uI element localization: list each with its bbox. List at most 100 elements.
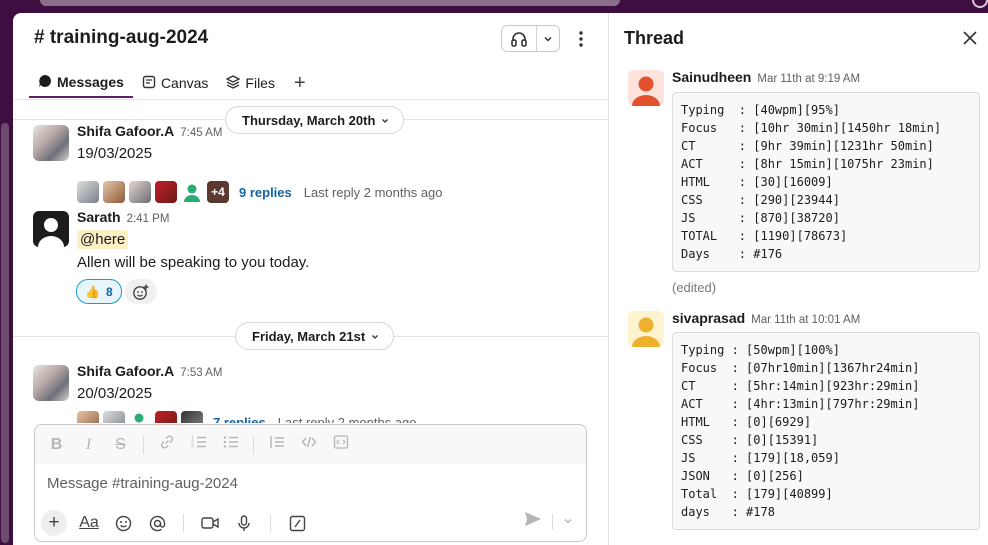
tab-canvas[interactable]: Canvas — [133, 68, 217, 98]
bullet-list-icon[interactable] — [221, 434, 240, 455]
reply-avatar — [155, 181, 177, 203]
channel-pane: # training-aug-2024 Messages Canvas File… — [13, 13, 608, 545]
reaction-thumbsup[interactable]: 👍 8 — [76, 279, 122, 304]
tab-label: Files — [245, 75, 275, 91]
author-name[interactable]: Sarath — [77, 209, 121, 225]
avatar[interactable] — [33, 211, 69, 247]
message-author[interactable]: sivaprasad Mar 11th at 10:01 AM — [672, 310, 860, 326]
tab-messages[interactable]: Messages — [29, 68, 133, 98]
author-name[interactable]: sivaprasad — [672, 310, 745, 326]
message-author[interactable]: Shifa Gafoor.A 7:53 AM — [77, 363, 222, 379]
thread-reply[interactable]: Sainudheen Mar 11th at 9:19 AM Typing : [… — [609, 68, 988, 308]
message-time[interactable]: Mar 11th at 9:19 AM — [757, 73, 860, 85]
reply-avatar — [103, 411, 125, 423]
thread-reply[interactable]: sivaprasad Mar 11th at 10:01 AM Typing : … — [609, 309, 988, 545]
shortcuts-icon[interactable] — [285, 511, 309, 535]
huddle-button[interactable] — [501, 25, 560, 52]
thread-replies[interactable]: 7 replies Last reply 2 months ago — [77, 411, 417, 423]
tab-files[interactable]: Files — [217, 68, 284, 98]
blockquote-icon[interactable] — [267, 434, 286, 455]
avatar[interactable] — [628, 70, 664, 106]
code-icon[interactable] — [299, 434, 318, 455]
date-pill[interactable]: Friday, March 21st — [235, 322, 395, 350]
message-time[interactable]: Mar 11th at 10:01 AM — [751, 314, 860, 326]
message-time[interactable]: 2:41 PM — [127, 213, 170, 225]
toolbar-divider — [270, 514, 271, 532]
message-input[interactable]: Message #training-aug-2024 — [47, 475, 238, 492]
video-icon[interactable] — [198, 511, 222, 535]
thread-replies[interactable]: +4 9 replies Last reply 2 months ago — [77, 181, 443, 203]
message-author[interactable]: Sarath 2:41 PM — [77, 209, 169, 225]
workspace-topbar — [0, 0, 988, 13]
search-bar[interactable] — [40, 0, 620, 6]
date-label: Friday, March 21st — [252, 328, 366, 344]
message-composer[interactable]: B I S 123 Message #training-aug-2024 + A… — [34, 424, 587, 542]
bold-icon[interactable]: B — [47, 436, 66, 454]
code-block-icon[interactable] — [331, 434, 350, 455]
chevron-down-icon — [371, 329, 379, 344]
avatar[interactable] — [33, 125, 69, 161]
replies-link[interactable]: 7 replies — [213, 415, 266, 424]
toolbar-divider — [183, 514, 184, 532]
author-name[interactable]: Shifa Gafoor.A — [77, 123, 174, 139]
toolbar-divider — [253, 435, 254, 454]
message-text: 20/03/2025 — [77, 385, 153, 402]
mention-text: @here — [80, 231, 126, 248]
plus-icon[interactable]: + — [41, 510, 67, 536]
replies-link[interactable]: 9 replies — [239, 185, 292, 200]
reply-avatar — [77, 411, 99, 423]
composer-actions: + Aa — [41, 507, 581, 539]
sidebar-scrollbar[interactable] — [1, 123, 9, 543]
send-icon[interactable] — [524, 511, 542, 532]
more-participants: +4 — [207, 181, 229, 203]
chevron-down-icon[interactable] — [563, 513, 573, 531]
ordered-list-icon[interactable]: 123 — [189, 434, 208, 455]
reply-avatar — [181, 411, 203, 423]
edited-label: (edited) — [672, 280, 717, 295]
link-icon[interactable] — [157, 434, 176, 455]
thread-title: Thread — [624, 28, 685, 48]
reply-avatar — [129, 181, 151, 203]
canvas-icon — [142, 75, 156, 92]
last-reply: Last reply 2 months ago — [303, 184, 443, 200]
channel-header: # training-aug-2024 Messages Canvas File… — [13, 13, 608, 100]
close-icon[interactable] — [959, 27, 981, 49]
italic-icon[interactable]: I — [79, 436, 98, 454]
message-item[interactable]: Sarath 2:41 PM @here Allen will be speaki… — [13, 209, 608, 309]
message-item[interactable]: Shifa Gafoor.A 7:45 AM 19/03/2025 +4 9 re… — [13, 123, 608, 209]
thread-pane: Thread Sainudheen Mar 11th at 9:19 AM Typ… — [608, 13, 988, 545]
formatting-toolbar: B I S 123 — [35, 425, 586, 464]
channel-title[interactable]: # training-aug-2024 — [34, 27, 208, 49]
author-name[interactable]: Shifa Gafoor.A — [77, 363, 174, 379]
message-author[interactable]: Sainudheen Mar 11th at 9:19 AM — [672, 69, 860, 85]
avatar[interactable] — [33, 365, 69, 401]
sidebar-rail — [0, 13, 13, 545]
toolbar-divider — [143, 435, 144, 454]
emoji-icon[interactable] — [111, 511, 135, 535]
message-mention-line: @here — [77, 230, 129, 249]
add-reaction-icon[interactable] — [125, 279, 157, 304]
code-block: Typing : [40wpm][95%] Focus : [10hr 30mi… — [672, 92, 980, 272]
message-time[interactable]: 7:53 AM — [180, 367, 222, 379]
thumbs-up-icon: 👍 — [85, 284, 100, 299]
message-text: 19/03/2025 — [77, 145, 153, 162]
formatting-toggle[interactable]: Aa — [77, 511, 101, 535]
message-item[interactable]: Shifa Gafoor.A 7:53 AM 20/03/2025 7 repli… — [13, 363, 608, 423]
message-author[interactable]: Shifa Gafoor.A 7:45 AM — [77, 123, 222, 139]
svg-text:3: 3 — [191, 445, 194, 451]
send-controls — [524, 511, 573, 532]
message-time[interactable]: 7:45 AM — [180, 127, 222, 139]
chevron-down-icon[interactable] — [537, 26, 559, 51]
tab-label: Canvas — [160, 75, 209, 91]
microphone-icon[interactable] — [232, 511, 256, 535]
author-name[interactable]: Sainudheen — [672, 69, 751, 85]
help-icon[interactable] — [972, 0, 988, 8]
more-options-icon[interactable] — [571, 27, 591, 51]
code-block: Typing : [50wpm][100%] Focus : [07hr10mi… — [672, 332, 980, 530]
reply-avatar — [155, 411, 177, 423]
avatar[interactable] — [628, 311, 664, 347]
strikethrough-icon[interactable]: S — [111, 436, 130, 454]
mention-here[interactable]: @here — [77, 230, 129, 249]
mention-icon[interactable] — [145, 511, 169, 535]
add-tab-button[interactable]: + — [284, 68, 316, 98]
